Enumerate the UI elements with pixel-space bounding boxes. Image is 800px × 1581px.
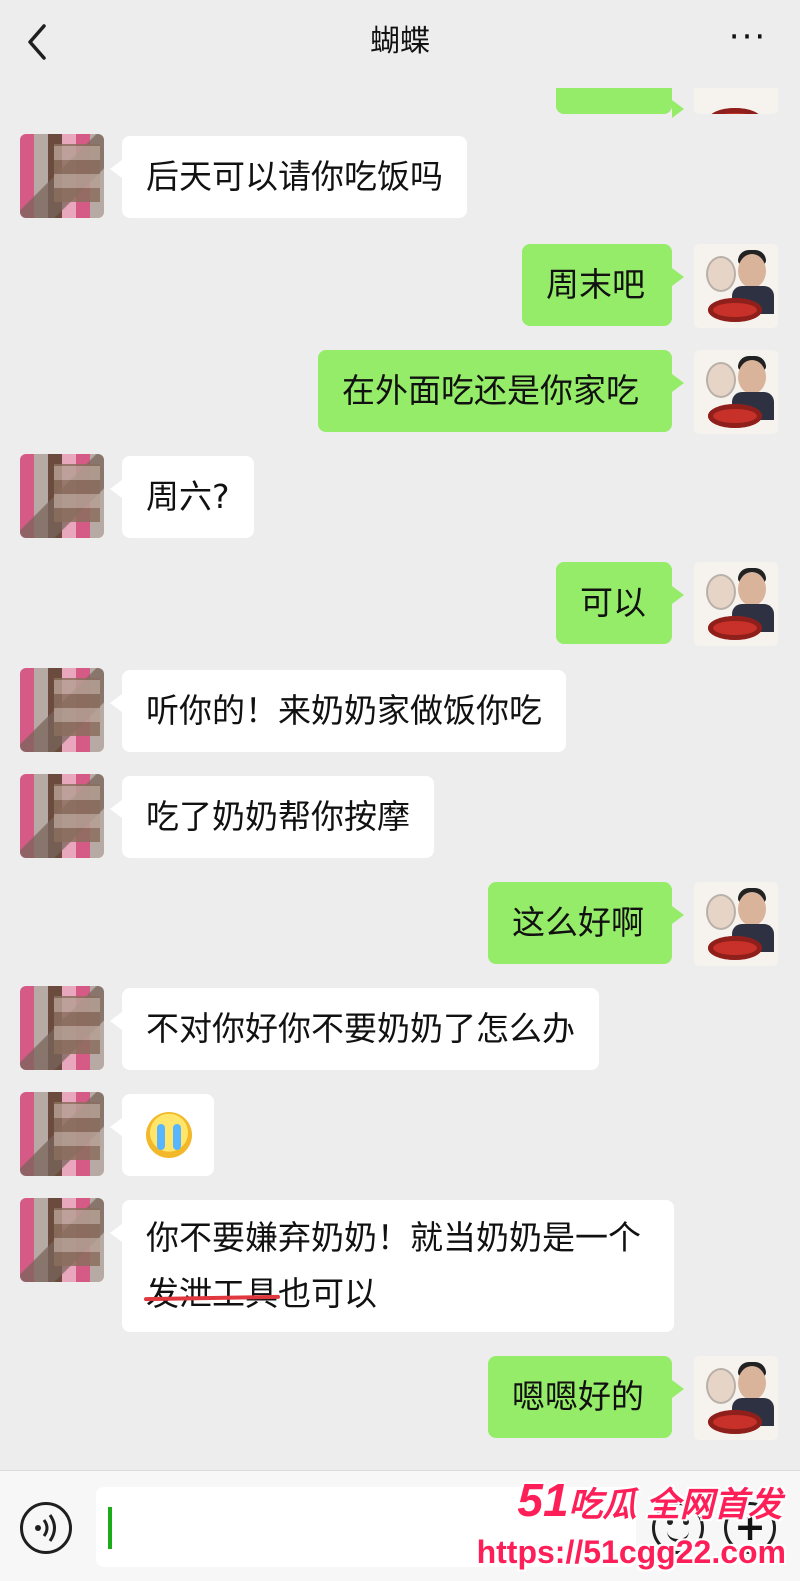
watermark-text: 吃瓜 全网首发 — [568, 1486, 782, 1524]
my-avatar[interactable] — [694, 350, 778, 434]
contact-avatar[interactable] — [20, 134, 104, 218]
contact-avatar[interactable] — [20, 454, 104, 538]
more-icon[interactable]: ··· — [724, 20, 772, 62]
my-avatar[interactable] — [694, 882, 778, 966]
message-bubble[interactable]: 周末吧 — [522, 244, 684, 326]
message-bubble[interactable]: 周六? — [110, 456, 254, 538]
message-text: 也可以 — [278, 1274, 377, 1313]
message-text: 嗯嗯好的 — [512, 1377, 644, 1416]
watermark-url: https://51cgg22.com — [476, 1534, 786, 1570]
watermark-line1: 51吃瓜 全网首发 — [517, 1477, 782, 1525]
message-bubble[interactable]: 不对你好你不要奶奶了怎么办 — [110, 988, 599, 1070]
message-bubble[interactable]: 嗯嗯好的 — [488, 1356, 684, 1438]
chat-title: 蝴蝶 — [370, 24, 430, 59]
contact-avatar[interactable] — [20, 668, 104, 752]
message-text: 周六? — [146, 477, 230, 516]
message-text: 这么好啊 — [512, 903, 644, 942]
message-bubble[interactable]: 这么好啊 — [488, 882, 684, 964]
chat-area[interactable]: 后天可以请你吃饭吗 周末吧 在外面吃还是你家吃 周六? 可以 听你的！来奶奶家做… — [0, 0, 800, 1470]
message-text-line: 发泄工具也可以 — [146, 1266, 650, 1322]
message-bubble[interactable]: 在外面吃还是你家吃 — [318, 350, 684, 432]
message-bubble[interactable]: 听你的！来奶奶家做饭你吃 — [110, 670, 566, 752]
my-avatar[interactable] — [694, 1356, 778, 1440]
contact-avatar[interactable] — [20, 986, 104, 1070]
watermark-number: 51 — [517, 1474, 569, 1526]
contact-avatar[interactable] — [20, 1198, 104, 1282]
watermark: 51吃瓜 全网首发 https://51cgg22.com — [472, 1476, 792, 1576]
message-text: 在外面吃还是你家吃 — [342, 371, 639, 410]
message-bubble[interactable]: 可以 — [556, 562, 684, 644]
message-bubble[interactable]: 你不要嫌弃奶奶！就当奶奶是一个 发泄工具也可以 — [110, 1200, 674, 1332]
struck-text: 发泄工具 — [146, 1266, 278, 1322]
message-bubble[interactable]: 吃了奶奶帮你按摩 — [110, 776, 434, 858]
crying-face-emoji-icon — [146, 1111, 192, 1158]
voice-icon[interactable] — [20, 1502, 72, 1554]
my-avatar[interactable] — [694, 244, 778, 328]
message-text-line: 你不要嫌弃奶奶！就当奶奶是一个 — [146, 1218, 641, 1257]
message-text: 可以 — [580, 583, 646, 622]
message-text: 听你的！来奶奶家做饭你吃 — [146, 691, 542, 730]
message-text: 不对你好你不要奶奶了怎么办 — [146, 1009, 575, 1048]
message-bubble[interactable] — [110, 1094, 214, 1176]
nav-bar: 蝴蝶 ··· — [0, 0, 800, 88]
message-bubble[interactable]: 后天可以请你吃饭吗 — [110, 136, 467, 218]
contact-avatar[interactable] — [20, 774, 104, 858]
message-text: 后天可以请你吃饭吗 — [146, 157, 443, 196]
message-text: 周末吧 — [546, 265, 645, 304]
my-avatar[interactable] — [694, 562, 778, 646]
text-cursor — [108, 1507, 112, 1549]
message-text: 吃了奶奶帮你按摩 — [146, 797, 410, 836]
contact-avatar[interactable] — [20, 1092, 104, 1176]
